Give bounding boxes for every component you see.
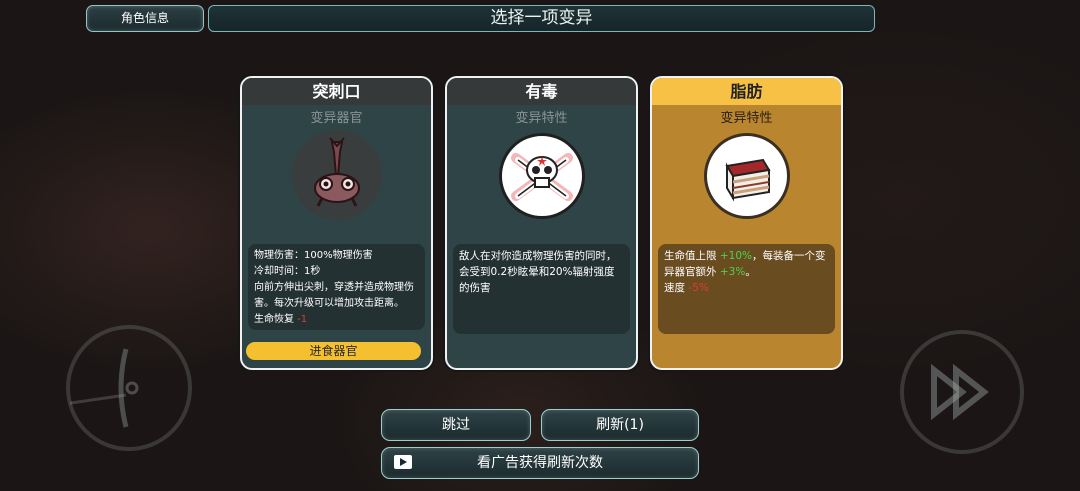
card-name: 突刺口 — [242, 78, 431, 105]
desc-line: 的伤害 — [459, 282, 491, 294]
watch-ad-label: 看广告获得刷新次数 — [477, 455, 603, 471]
organ-bonus-line: 异器官额外 +3%。 — [664, 264, 829, 280]
desc-line: 敌人在对你造成物理伤害的同时， — [459, 250, 617, 262]
card-description: 敌人在对你造成物理伤害的同时， 会受到0.2秒眩晕和20%辐射强度 的伤害 — [453, 244, 630, 334]
desc-line: 害。每次升级可以增加攻击距离。 — [254, 298, 404, 309]
desc-line: 物理伤害：100%物理伤害 — [254, 250, 373, 261]
regen-label: 生命恢复 — [254, 314, 294, 325]
joystick-icon — [70, 348, 139, 428]
feeding-organ-tag: 进食器官 — [246, 342, 421, 360]
desc-line: 向前方伸出尖刺，穿透并造成物理伤 — [254, 282, 414, 293]
organ-bonus-label: 异器官额外 — [664, 266, 717, 278]
speed-label: 速度 — [664, 282, 685, 294]
fast-forward-icon — [931, 363, 989, 421]
dash-button[interactable] — [900, 330, 1024, 454]
hp-tail: ，每装备一个变 — [751, 250, 826, 262]
card-description: 物理伤害：100%物理伤害 冷却时间：1秒 向前方伸出尖刺，穿透并造成物理伤 害… — [248, 244, 425, 330]
card-description: 生命值上限 +10%，每装备一个变 异器官额外 +3%。 速度 -5% — [658, 244, 835, 334]
video-ad-icon — [394, 455, 412, 469]
desc-line: 冷却时间：1秒 — [254, 266, 321, 277]
page-title: 选择一项变异 — [208, 5, 875, 32]
hp-line: 生命值上限 +10%，每装备一个变 — [664, 248, 829, 264]
refresh-button[interactable]: 刷新(1) — [541, 409, 699, 441]
hp-value: +10% — [719, 250, 752, 262]
skull-crossbones-icon — [498, 133, 585, 219]
mutation-card-thorn-mouth[interactable]: 突刺口 变异器官 物理伤害：100%物理伤害 冷却时间：1秒 向前方伸出尖刺，穿… — [240, 76, 433, 370]
hp-label: 生命值上限 — [664, 250, 717, 262]
card-name: 有毒 — [447, 78, 636, 105]
regen-value: -1 — [297, 314, 308, 325]
watch-ad-button[interactable]: 看广告获得刷新次数 — [381, 447, 699, 479]
organ-bonus-tail: 。 — [745, 266, 756, 278]
speed-value: -5% — [688, 282, 709, 294]
card-name: 脂肪 — [652, 78, 841, 105]
mutation-card-fat[interactable]: 脂肪 变异特性 生命值上限 +10%，每装备一个变 异器官额外 +3%。 速度 … — [650, 76, 843, 370]
speed-line: 速度 -5% — [664, 280, 829, 296]
card-type: 变异特性 — [720, 111, 773, 126]
move-joystick[interactable] — [66, 325, 192, 451]
skip-button[interactable]: 跳过 — [381, 409, 531, 441]
organ-bonus-value: +3% — [719, 266, 746, 278]
mutation-card-poisonous[interactable]: 有毒 变异特性 敌人在对你造成物理伤害的同时， 会受到0.2秒眩晕和20%辐射强… — [445, 76, 638, 370]
desc-line: 会受到0.2秒眩晕和20%辐射强度 — [459, 266, 615, 278]
role-info-button[interactable]: 角色信息 — [86, 5, 204, 32]
card-type: 变异器官 — [310, 111, 363, 126]
thorn-mouth-creature-icon — [291, 130, 382, 220]
fat-meat-block-icon — [703, 133, 790, 219]
regen-line: 生命恢复 -1 — [254, 312, 419, 328]
card-type: 变异特性 — [515, 111, 568, 126]
